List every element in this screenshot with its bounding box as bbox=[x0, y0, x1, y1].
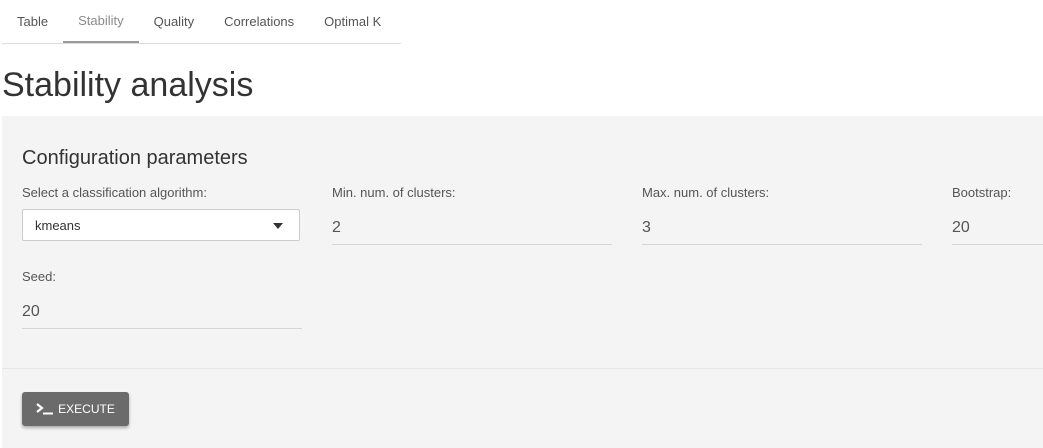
tab-stability[interactable]: Stability bbox=[63, 0, 139, 43]
algorithm-label: Select a classification algorithm: bbox=[22, 185, 207, 200]
seed-input[interactable] bbox=[22, 295, 302, 329]
max-clusters-input[interactable] bbox=[642, 211, 922, 245]
tab-correlations[interactable]: Correlations bbox=[209, 0, 309, 43]
execute-label: EXECUTE bbox=[58, 402, 115, 416]
tab-quality[interactable]: Quality bbox=[139, 0, 209, 43]
divider bbox=[2, 368, 1043, 369]
max-clusters-label: Max. num. of clusters: bbox=[642, 185, 770, 200]
min-clusters-input[interactable] bbox=[332, 211, 612, 245]
tab-bar: Table Stability Quality Correlations Opt… bbox=[2, 0, 401, 44]
tab-optimal-k[interactable]: Optimal K bbox=[309, 0, 396, 43]
panel-title: Configuration parameters bbox=[22, 147, 248, 169]
min-clusters-label: Min. num. of clusters: bbox=[332, 185, 456, 200]
terminal-icon bbox=[36, 403, 54, 415]
algorithm-select[interactable]: kmeans bbox=[22, 209, 300, 241]
bootstrap-label: Bootstrap: bbox=[952, 185, 1012, 200]
configuration-panel: Configuration parameters Select a classi… bbox=[2, 116, 1043, 448]
tab-table[interactable]: Table bbox=[2, 0, 63, 43]
execute-button[interactable]: EXECUTE bbox=[22, 392, 129, 426]
algorithm-select-value: kmeans bbox=[35, 217, 81, 233]
bootstrap-input[interactable] bbox=[952, 211, 1043, 245]
seed-label: Seed: bbox=[22, 269, 56, 284]
page-title: Stability analysis bbox=[2, 66, 254, 104]
caret-down-icon bbox=[273, 223, 283, 229]
